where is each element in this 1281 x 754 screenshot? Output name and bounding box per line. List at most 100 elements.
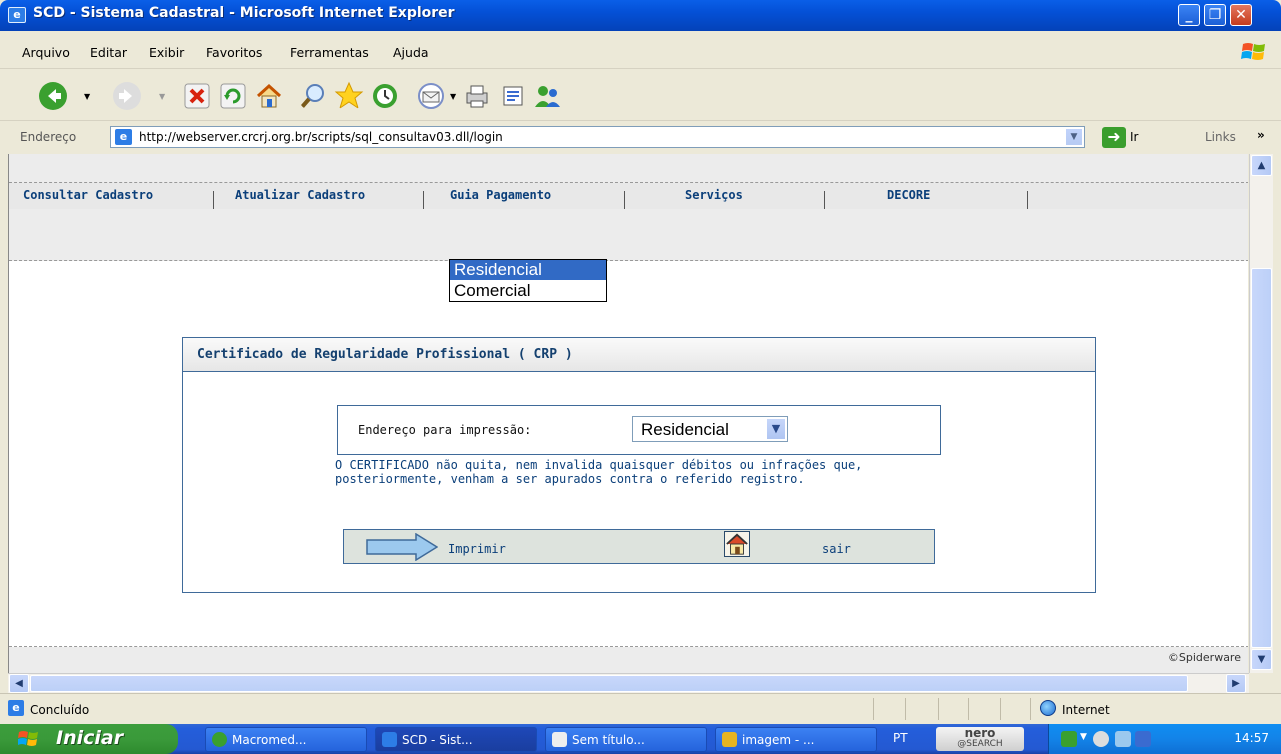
back-dropdown-icon[interactable]: ▼ (84, 92, 90, 101)
nav-guia-pagamento[interactable]: Guia Pagamento (450, 188, 551, 202)
task-macromedia[interactable]: Macromed... (205, 727, 367, 752)
task-scd[interactable]: SCD - Sist... (375, 727, 537, 752)
address-select-panel: Endereço para impressão: Residencial ▼ (337, 405, 941, 455)
messenger-icon[interactable] (532, 81, 562, 111)
address-type-select[interactable]: Residencial ▼ (632, 416, 788, 442)
menu-editar[interactable]: Editar (90, 45, 127, 60)
home-icon[interactable] (724, 531, 750, 557)
scroll-left-icon[interactable]: ◀ (9, 674, 29, 693)
task-label: imagem - ... (742, 733, 815, 747)
exit-button[interactable]: sair (822, 542, 851, 556)
maximize-button[interactable]: ❐ (1204, 4, 1226, 26)
nav-separator (1027, 191, 1028, 209)
address-type-options[interactable]: Residencial Comercial (449, 259, 607, 302)
address-input[interactable]: e http://webserver.crcrj.org.br/scripts/… (110, 126, 1085, 148)
internet-zone-icon (1040, 700, 1056, 716)
search-icon[interactable] (298, 81, 328, 111)
nav-atualizar-cadastro[interactable]: Atualizar Cadastro (235, 188, 365, 202)
home-icon[interactable] (254, 81, 284, 111)
address-label: Endereço (20, 130, 77, 144)
tray-dropdown-icon[interactable]: ▼ (1080, 732, 1087, 742)
language-indicator[interactable]: PT (893, 731, 908, 745)
clock: 14:57 (1234, 731, 1269, 745)
minimize-button[interactable]: _ (1178, 4, 1200, 26)
forward-dropdown-icon[interactable]: ▼ (159, 92, 165, 101)
status-divider (873, 698, 874, 720)
nav-separator (213, 191, 214, 209)
menu-arquivo[interactable]: Arquivo (22, 45, 70, 60)
status-divider (938, 698, 939, 720)
window-title: SCD - Sistema Cadastral - Microsoft Inte… (33, 5, 455, 21)
certificate-notice: O CERTIFICADO não quita, nem invalida qu… (335, 458, 863, 486)
chevron-down-icon[interactable]: ▼ (766, 418, 786, 440)
links-button[interactable]: Links (1205, 130, 1236, 144)
site-header: Consultar Cadastro Atualizar Cadastro Gu… (9, 154, 1248, 261)
address-bar: Endereço e http://webserver.crcrj.org.br… (0, 121, 1281, 154)
vertical-scroll-thumb[interactable] (1251, 268, 1272, 648)
status-divider (1000, 698, 1001, 720)
go-button[interactable]: Ir (1130, 130, 1138, 144)
mail-icon[interactable] (416, 81, 446, 111)
horizontal-scroll-thumb[interactable] (30, 675, 1188, 692)
address-url: http://webserver.crcrj.org.br/scripts/sq… (139, 130, 503, 144)
network-icon[interactable] (1115, 731, 1131, 747)
favorites-icon[interactable] (334, 81, 364, 111)
page-status-icon: e (8, 700, 24, 716)
nav-separator (624, 191, 625, 209)
windows-logo-icon (1241, 43, 1265, 60)
nav-decore[interactable]: DECORE (887, 188, 930, 202)
option-comercial[interactable]: Comercial (450, 281, 606, 301)
scroll-up-icon[interactable]: ▲ (1251, 155, 1272, 176)
task-paint[interactable]: Sem título... (545, 727, 707, 752)
nav-consultar-cadastro[interactable]: Consultar Cadastro (23, 188, 153, 202)
mail-dropdown-icon[interactable]: ▼ (450, 92, 456, 101)
page-icon: e (115, 129, 132, 145)
task-image[interactable]: imagem - ... (715, 727, 877, 752)
arrow-right-icon[interactable] (366, 533, 438, 561)
window-titlebar[interactable]: e SCD - Sistema Cadastral - Microsoft In… (0, 0, 1281, 31)
action-bar: Imprimir sair (343, 529, 935, 564)
task-label: SCD - Sist... (402, 733, 473, 747)
windows-flag-icon (18, 731, 38, 746)
menu-ferramentas[interactable]: Ferramentas (290, 45, 369, 60)
page-viewport: Consultar Cadastro Atualizar Cadastro Gu… (8, 154, 1248, 673)
status-bar: e Concluído Internet (0, 693, 1281, 724)
scroll-down-icon[interactable]: ▼ (1251, 649, 1272, 670)
image-viewer-icon (722, 732, 737, 747)
go-arrow-icon[interactable]: ➜ (1102, 127, 1126, 148)
vertical-scrollbar[interactable]: ▲ ▼ (1249, 154, 1273, 673)
nav-servicos[interactable]: Serviços (685, 188, 743, 202)
menu-ajuda[interactable]: Ajuda (393, 45, 429, 60)
task-label: Sem título... (572, 733, 645, 747)
start-button[interactable]: Iniciar (0, 724, 178, 754)
print-address-label: Endereço para impressão: (358, 423, 532, 437)
taskbar: Iniciar Macromed... SCD - Sist... Sem tí… (0, 724, 1281, 754)
scroll-right-icon[interactable]: ▶ (1226, 674, 1246, 693)
refresh-icon[interactable] (218, 81, 248, 111)
menu-favoritos[interactable]: Favoritos (206, 45, 262, 60)
edit-icon[interactable] (498, 81, 528, 111)
forward-icon[interactable] (112, 81, 142, 111)
horizontal-scrollbar[interactable]: ◀ ▶ (8, 673, 1249, 693)
green-arrow-icon[interactable] (1061, 731, 1077, 747)
option-residencial[interactable]: Residencial (450, 260, 606, 280)
paint-icon (552, 732, 567, 747)
menu-exibir[interactable]: Exibir (149, 45, 184, 60)
address-dropdown-icon[interactable]: ▼ (1065, 128, 1083, 146)
status-divider (1030, 698, 1031, 720)
close-button[interactable]: ✕ (1230, 4, 1252, 26)
stop-icon[interactable] (182, 81, 212, 111)
nav-separator (423, 191, 424, 209)
back-icon[interactable] (38, 81, 68, 111)
print-icon[interactable] (462, 81, 492, 111)
history-icon[interactable] (370, 81, 400, 111)
security-zone: Internet (1062, 703, 1110, 717)
back-tray-icon[interactable] (1093, 731, 1109, 747)
monitor-icon[interactable] (1135, 731, 1151, 747)
nero-logo-text: nero (964, 726, 996, 740)
menu-bar: Arquivo Editar Exibir Favoritos Ferramen… (0, 31, 1281, 69)
print-button[interactable]: Imprimir (448, 542, 506, 556)
links-chevron-icon[interactable]: » (1257, 128, 1265, 142)
nero-search-button[interactable]: nero @SEARCH (936, 727, 1024, 751)
site-nav: Consultar Cadastro Atualizar Cadastro Gu… (9, 183, 1248, 209)
